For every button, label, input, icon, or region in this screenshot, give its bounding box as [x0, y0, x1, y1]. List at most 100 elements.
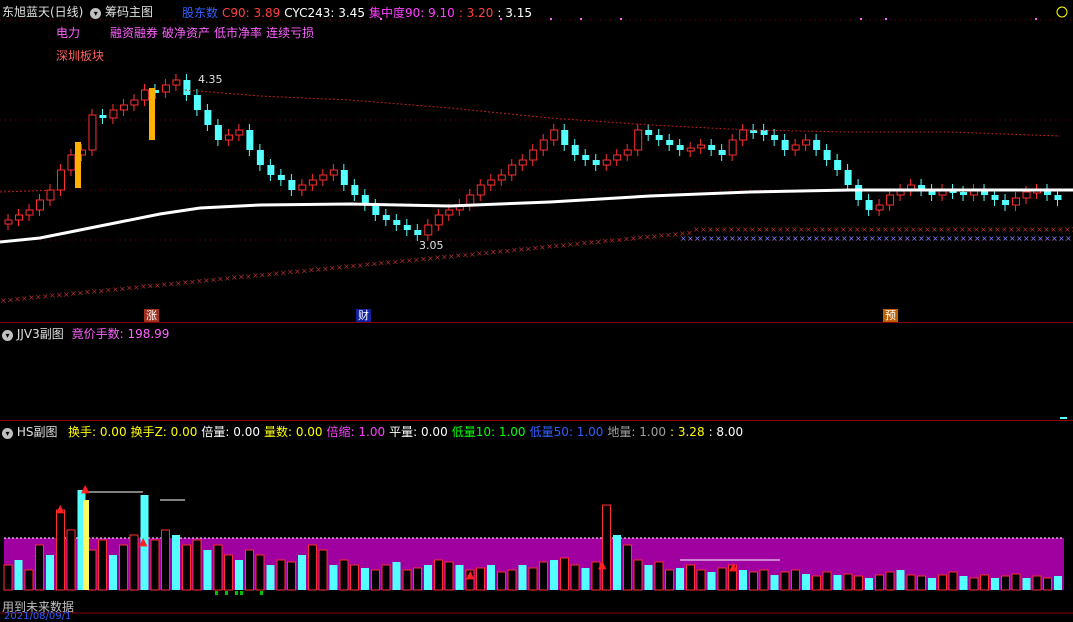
volume-bar-up [339, 559, 349, 591]
volume-bar-down [676, 568, 684, 590]
volume-bar-up [570, 564, 580, 591]
green-tick [260, 591, 263, 595]
volume-bar-down [770, 575, 779, 590]
volume-bar-up [66, 529, 76, 591]
volume-bar-down [455, 565, 464, 590]
green-tick [240, 591, 243, 595]
volume-bar-up [780, 571, 790, 591]
volume-bar-up [917, 575, 926, 591]
volume-bar-up [980, 574, 989, 591]
volume-bar-down [329, 565, 338, 590]
volume-bar-up [444, 561, 454, 591]
volume-bar-up [759, 569, 769, 591]
volume-bar-down [613, 535, 621, 590]
volume-bar-down [1054, 576, 1062, 590]
volume-bar-down [14, 560, 23, 590]
volume-bar-up [119, 544, 128, 591]
up-arrow-icon: ▲ [598, 558, 607, 571]
volume-bar-down [644, 565, 653, 590]
volume-bar-up [287, 561, 296, 591]
volume-bar-up [686, 564, 695, 591]
volume-bar-up [938, 574, 947, 591]
volume-bar-up [507, 569, 517, 591]
volume-bar-up [633, 559, 643, 591]
volume-bar-down [203, 550, 212, 590]
green-tick [235, 591, 238, 595]
up-arrow-icon: ▲ [466, 568, 475, 581]
date-axis-label: 2021/08/09/1 [4, 611, 72, 622]
volume-bar-up [665, 569, 674, 591]
volume-bar-up [969, 577, 979, 591]
volume-bar-up [129, 534, 139, 591]
volume-bar-down [739, 570, 747, 590]
volume-bar-down [928, 578, 936, 590]
volume-bar-up [623, 544, 632, 591]
volume-bar-up [696, 569, 706, 591]
volume-bar-up [350, 564, 359, 591]
volume-bar-up [318, 549, 328, 591]
volume-bar-up [402, 569, 412, 591]
volume-bar-up [875, 574, 884, 591]
volume-bar-up [213, 544, 223, 591]
volume-bar-down [833, 575, 842, 590]
up-arrow-icon: ▲ [729, 560, 738, 573]
volume-bar-down [802, 574, 810, 590]
volume-bar-up [192, 539, 202, 591]
volume-bar-down [991, 578, 999, 590]
volume-bar-up [1032, 575, 1042, 591]
volume-bar-down [361, 568, 369, 590]
volume-bar-up [843, 573, 853, 591]
volume-chart[interactable]: ▲ ▲ ▲ ▲ ▲ ▲ [0, 0, 1073, 618]
volume-bar-up [35, 544, 44, 591]
volume-bar-up [245, 549, 254, 591]
volume-bar-up [1011, 573, 1021, 591]
volume-bar-up [812, 575, 821, 591]
volume-bar-down [392, 562, 401, 590]
volume-bar-up [255, 554, 265, 591]
volume-bar-up [749, 571, 758, 591]
volume-bar-up [717, 567, 727, 591]
volume-bar-up [822, 571, 832, 591]
volume-bar-up [3, 564, 13, 591]
volume-bar-down [266, 565, 275, 590]
volume-bar-down [487, 565, 495, 590]
volume-bar-down [550, 560, 558, 590]
volume-bar-up [56, 509, 65, 591]
green-tick [215, 591, 218, 595]
volume-bar-up [497, 571, 506, 591]
volume-bar-up [948, 571, 958, 591]
volume-bar-up [413, 567, 422, 591]
volume-bar-down [581, 568, 590, 590]
volume-bar-up [885, 571, 895, 591]
volume-bar-up [24, 569, 34, 591]
volume-bar-down [172, 535, 180, 590]
volume-bar-up [150, 539, 160, 591]
volume-bar-up [381, 564, 391, 591]
volume-bar-down [865, 578, 873, 590]
volume-bar-up [1043, 577, 1052, 591]
volume-bar-up [161, 529, 170, 591]
volume-bar-up [87, 549, 97, 591]
volume-bar-down [518, 565, 527, 590]
volume-bar-up [476, 567, 485, 591]
volume-bar-down [896, 570, 905, 590]
volume-bar-up [791, 569, 800, 591]
volume-bar-up [224, 554, 233, 591]
volume-bar-up [854, 575, 863, 591]
volume-bar-down [298, 555, 306, 590]
volume-bar-up [371, 569, 380, 591]
up-arrow-icon: ▲ [56, 502, 65, 515]
volume-bar-up [434, 559, 443, 591]
volume-bar-up [98, 539, 107, 591]
volume-bar-down [424, 565, 432, 590]
volume-bar-down [109, 555, 117, 590]
volume-bar-up [182, 544, 191, 591]
volume-bar-down [959, 576, 968, 590]
green-tick [225, 591, 228, 595]
volume-bar-down [1022, 578, 1031, 590]
volume-bar-up [276, 559, 286, 591]
volume-bar-down [46, 555, 54, 590]
up-arrow-icon: ▲ [139, 535, 148, 548]
volume-bar-up [906, 574, 916, 591]
volume-bar-up [602, 504, 611, 591]
